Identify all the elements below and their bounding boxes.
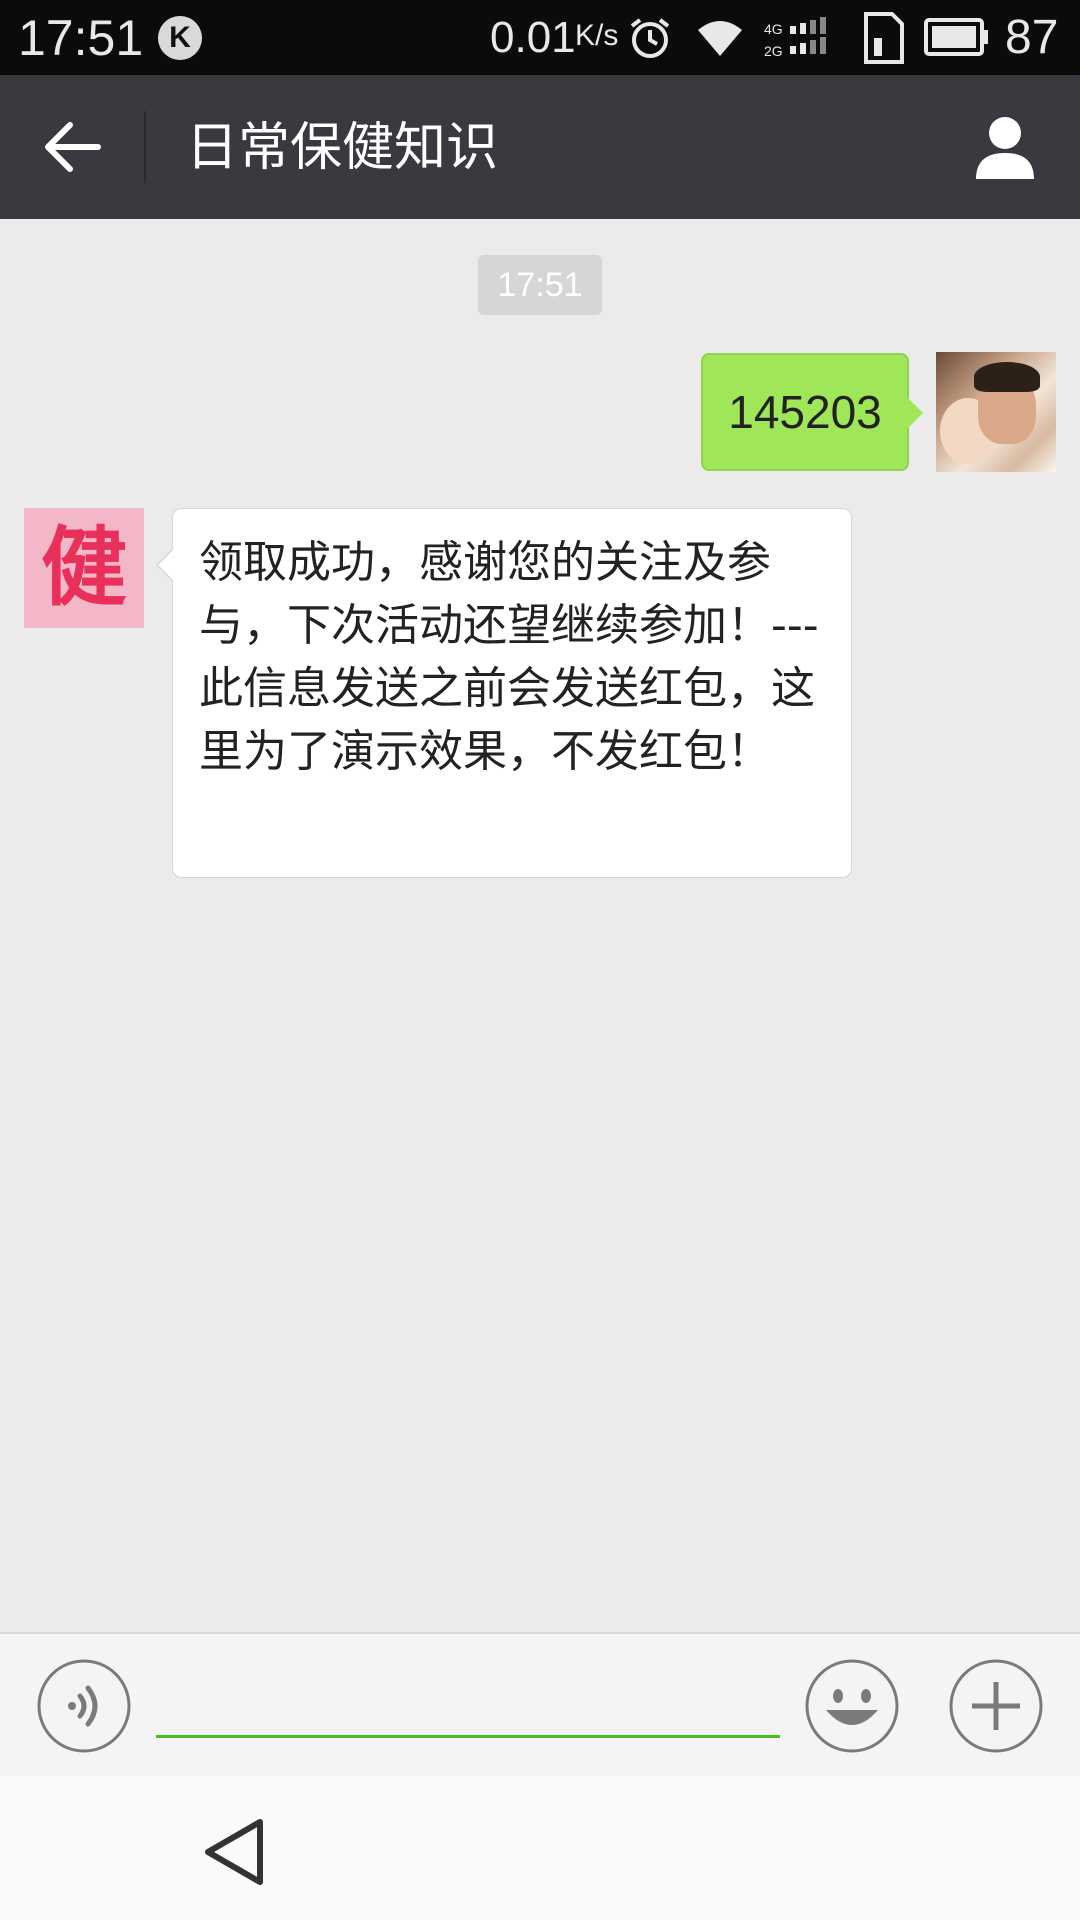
status-bar: 17:51 K 0.01 K/s 4G 2G 87: [0, 0, 1080, 75]
my-avatar[interactable]: [936, 352, 1056, 472]
outgoing-message-bubble[interactable]: 145203: [701, 353, 923, 471]
wifi-icon: [698, 21, 742, 56]
message-input-bar: [0, 1632, 1080, 1776]
net-speed: 0.01: [490, 13, 576, 62]
official-account-avatar[interactable]: 健: [24, 508, 144, 628]
chat-messages[interactable]: 17:51 145203 健 领取成功，感谢您的关注及参与，下次活动还望继续参加…: [0, 219, 1080, 1632]
system-navigation-bar: [0, 1776, 1080, 1920]
incoming-message-bubble[interactable]: 领取成功，感谢您的关注及参与，下次活动还望继续参加！---此信息发送之前会发送红…: [156, 508, 852, 878]
message-input[interactable]: [156, 1670, 780, 1738]
message-timestamp: 17:51: [478, 255, 602, 315]
arrow-left-icon[interactable]: [40, 117, 104, 177]
status-time: 17:51: [18, 10, 144, 66]
alarm-icon: [630, 18, 670, 58]
battery-percent: 87: [1005, 11, 1059, 64]
page-title: 日常保健知识: [186, 118, 499, 178]
svg-text:2G: 2G: [764, 43, 783, 59]
voice-icon[interactable]: [36, 1658, 132, 1754]
chat-header: 日常保健知识: [0, 75, 1080, 219]
battery-icon: [924, 18, 988, 56]
net-speed-unit: K/s: [575, 19, 619, 52]
avatar-photo-part: [974, 362, 1040, 392]
plus-icon[interactable]: [948, 1658, 1044, 1754]
cellular-signal-icon: 4G 2G: [764, 17, 826, 59]
header-divider: [144, 111, 146, 183]
smiley-icon[interactable]: [804, 1658, 900, 1754]
sim-card-icon: [864, 12, 904, 64]
k-app-icon: K: [158, 16, 202, 60]
svg-text:4G: 4G: [764, 21, 783, 37]
user-icon[interactable]: [970, 113, 1040, 183]
triangle-back-icon[interactable]: [200, 1816, 268, 1888]
